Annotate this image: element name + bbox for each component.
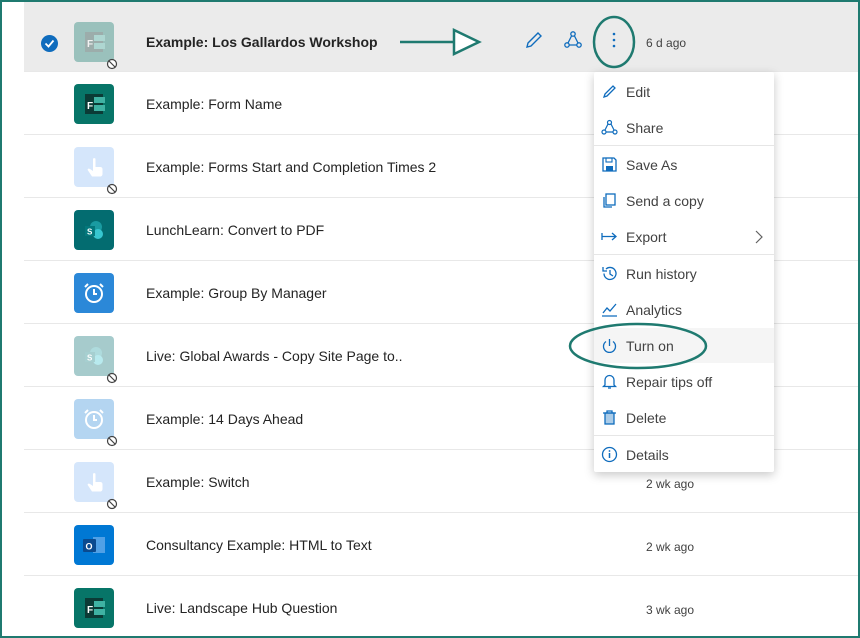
flow-row[interactable]: F Live: Landscape Hub Question 3 wk ago: [24, 576, 858, 636]
flow-name[interactable]: Live: Global Awards - Copy Site Page to.…: [146, 348, 403, 364]
menu-item-analytics[interactable]: Analytics: [594, 292, 774, 327]
screenshot-frame: F Example: Los Gallardos Workshop 6 d ago F…: [0, 0, 860, 638]
menu-item-turn-on[interactable]: Turn on: [594, 328, 774, 363]
svg-text:F: F: [87, 605, 93, 616]
share-icon: [564, 31, 582, 48]
alarm-clock-icon: [74, 273, 114, 313]
menu-item-share[interactable]: Share: [594, 110, 774, 145]
forms-icon: F: [74, 22, 114, 62]
history-icon: [602, 266, 617, 281]
flow-name[interactable]: Example: Form Name: [146, 96, 282, 112]
menu-item-delete[interactable]: Delete: [594, 400, 774, 435]
context-menu: Edit Share Save As Send a copy Export Run his…: [594, 72, 774, 472]
flow-modified: 6 d ago: [646, 36, 687, 50]
menu-item-label: Analytics: [626, 302, 683, 318]
flow-off-badge-icon: [106, 57, 118, 70]
flow-row[interactable]: F Example: Los Gallardos Workshop 6 d ago: [24, 2, 858, 72]
touch-icon: [74, 147, 114, 187]
svg-text:F: F: [87, 39, 93, 50]
checkmark-icon: [44, 39, 55, 48]
info-icon: [601, 446, 618, 463]
flow-name[interactable]: Example: Forms Start and Completion Time…: [146, 159, 436, 175]
menu-item-label: Details: [626, 447, 669, 463]
sharepoint-icon: S: [74, 210, 114, 250]
svg-text:O: O: [86, 542, 93, 552]
menu-item-details[interactable]: Details: [594, 437, 774, 472]
flow-modified: 2 wk ago: [646, 540, 695, 554]
flow-off-badge-icon: [106, 182, 118, 195]
menu-item-run-history[interactable]: Run history: [594, 256, 774, 291]
menu-item-label: Send a copy: [626, 193, 704, 209]
analytics-icon: [602, 303, 617, 317]
more-vertical-icon: [612, 32, 616, 48]
row-edit-button[interactable]: [524, 30, 544, 50]
menu-item-label: Share: [626, 120, 664, 136]
flow-name[interactable]: Example: Los Gallardos Workshop: [146, 34, 378, 50]
flow-name[interactable]: Example: Group By Manager: [146, 285, 327, 301]
more-actions-button[interactable]: [604, 30, 624, 50]
touch-icon: [74, 462, 114, 502]
svg-text:F: F: [87, 101, 93, 112]
flow-off-badge-icon: [106, 434, 118, 447]
outlook-icon: O: [74, 525, 114, 565]
flow-name[interactable]: Example: 14 Days Ahead: [146, 411, 303, 427]
menu-item-repair-tips-off[interactable]: Repair tips off: [594, 364, 774, 399]
menu-item-label: Run history: [626, 266, 697, 282]
menu-item-send-a-copy[interactable]: Send a copy: [594, 183, 774, 218]
export-icon: [601, 232, 617, 241]
forms-icon: F: [74, 84, 114, 124]
menu-item-save-as[interactable]: Save As: [594, 147, 774, 182]
menu-item-label: Export: [626, 229, 667, 245]
flow-name[interactable]: Example: Switch: [146, 474, 249, 490]
pencil-icon: [526, 32, 542, 48]
copy-icon: [603, 193, 616, 208]
bell-icon: [601, 374, 618, 389]
menu-divider: [594, 435, 774, 436]
flow-row[interactable]: O Consultancy Example: HTML to Text 2 wk a…: [24, 513, 858, 576]
menu-item-export[interactable]: Export: [594, 219, 774, 254]
menu-item-label: Turn on: [626, 338, 674, 354]
row-share-button[interactable]: [563, 30, 583, 50]
chevron-right-icon: [755, 230, 763, 244]
menu-item-edit[interactable]: Edit: [594, 74, 774, 109]
menu-item-label: Save As: [626, 157, 678, 173]
menu-item-label: Repair tips off: [626, 374, 713, 390]
flow-name[interactable]: Live: Landscape Hub Question: [146, 600, 337, 616]
svg-text:S: S: [87, 228, 93, 237]
flow-name[interactable]: LunchLearn: Convert to PDF: [146, 222, 324, 238]
delete-icon: [603, 410, 616, 425]
flow-off-badge-icon: [106, 371, 118, 384]
save-as-icon: [602, 157, 617, 172]
alarm-clock-icon: [74, 399, 114, 439]
flow-modified: 2 wk ago: [646, 477, 695, 491]
flow-off-badge-icon: [106, 497, 118, 510]
flow-name[interactable]: Consultancy Example: HTML to Text: [146, 537, 372, 553]
menu-divider: [594, 254, 774, 255]
svg-text:S: S: [87, 354, 93, 363]
row-checkbox-checked[interactable]: [41, 35, 58, 52]
menu-divider: [594, 145, 774, 146]
share-icon: [601, 119, 618, 135]
menu-item-label: Edit: [626, 84, 651, 100]
pencil-icon: [602, 85, 616, 99]
forms-icon: F: [74, 588, 114, 628]
sharepoint-icon: S: [74, 336, 114, 376]
power-icon: [602, 339, 617, 353]
menu-item-label: Delete: [626, 410, 667, 426]
flow-modified: 3 wk ago: [646, 603, 695, 617]
